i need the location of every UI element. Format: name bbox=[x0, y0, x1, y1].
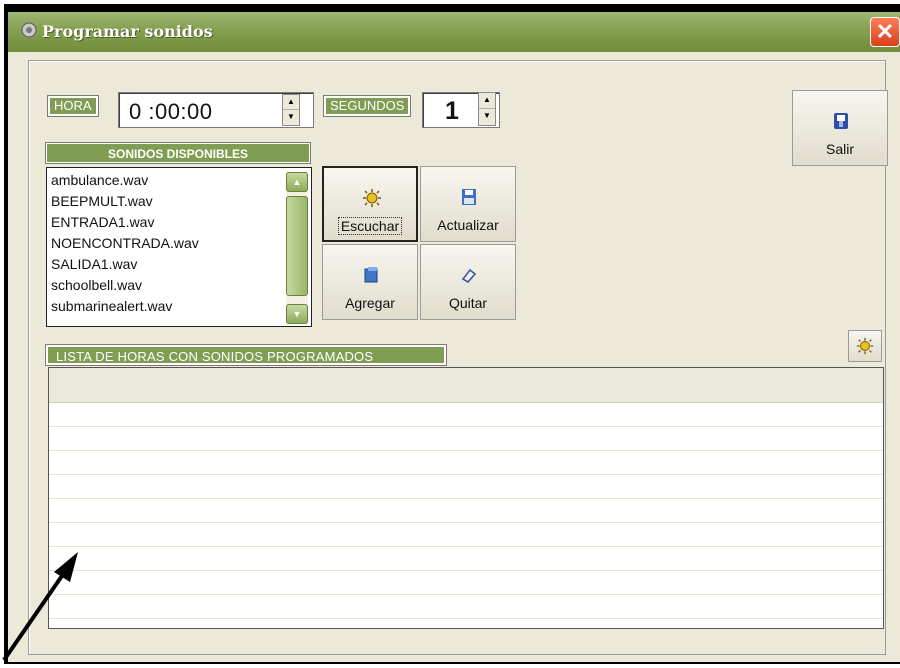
hora-value: 0 :00:00 bbox=[129, 99, 213, 124]
grid-line bbox=[49, 570, 883, 571]
segundos-value: 1 bbox=[445, 97, 459, 125]
list-item[interactable]: ENTRADA1.wav bbox=[51, 214, 154, 230]
speaker-play-icon bbox=[363, 189, 381, 207]
sonidos-disponibles-header: SONIDOS DISPONIBLES bbox=[45, 142, 311, 164]
save-icon bbox=[462, 189, 476, 205]
grid-line bbox=[49, 426, 883, 427]
sounds-scrollbar[interactable]: ▲ ▼ bbox=[286, 172, 308, 324]
list-item[interactable]: BEEPMULT.wav bbox=[51, 193, 153, 209]
escuchar-label: Escuchar bbox=[337, 217, 403, 235]
segundos-spinner[interactable]: ▲ ▼ bbox=[478, 92, 496, 126]
close-button[interactable]: ✕ bbox=[870, 17, 900, 47]
list-item[interactable]: NOENCONTRADA.wav bbox=[51, 235, 199, 251]
grid-header-row bbox=[49, 368, 883, 403]
grid-line bbox=[49, 474, 883, 475]
list-item[interactable]: submarinealert.wav bbox=[51, 298, 172, 314]
scroll-down-icon[interactable]: ▼ bbox=[286, 304, 308, 324]
list-item[interactable]: SALIDA1.wav bbox=[51, 256, 137, 272]
speaker-play-icon bbox=[856, 337, 874, 355]
scheduled-sounds-grid[interactable] bbox=[48, 367, 884, 629]
grid-line bbox=[49, 522, 883, 523]
agregar-label: Agregar bbox=[345, 295, 395, 311]
quitar-label: Quitar bbox=[448, 295, 488, 311]
scroll-thumb[interactable] bbox=[286, 196, 308, 296]
list-item[interactable]: ambulance.wav bbox=[51, 172, 148, 188]
grid-line bbox=[49, 450, 883, 451]
grid-line bbox=[49, 498, 883, 499]
actualizar-label: Actualizar bbox=[437, 217, 499, 233]
agregar-button[interactable]: Agregar bbox=[322, 244, 418, 320]
salir-label: Salir bbox=[825, 141, 854, 157]
add-icon bbox=[364, 267, 378, 283]
list-item[interactable]: schoolbell.wav bbox=[51, 277, 142, 293]
escuchar-button[interactable]: Escuchar bbox=[322, 166, 418, 242]
spin-down-icon[interactable]: ▼ bbox=[479, 109, 495, 125]
spin-up-icon[interactable]: ▲ bbox=[283, 95, 299, 110]
grid-line bbox=[49, 594, 883, 595]
sounds-listbox[interactable]: ambulance.wav BEEPMULT.wav ENTRADA1.wav … bbox=[46, 167, 312, 327]
hora-spinner[interactable]: ▲ ▼ bbox=[282, 94, 300, 126]
title-bar[interactable]: Programar sonidos ✕ bbox=[8, 12, 900, 52]
eraser-icon bbox=[461, 268, 477, 283]
grid-line bbox=[49, 546, 883, 547]
spin-up-icon[interactable]: ▲ bbox=[479, 93, 495, 109]
speaker-icon bbox=[21, 22, 37, 38]
lista-horas-header: LISTA DE HORAS CON SONIDOS PROGRAMADOS bbox=[45, 344, 447, 366]
exit-icon bbox=[834, 113, 848, 129]
hora-label: HORA bbox=[47, 95, 99, 117]
spin-down-icon[interactable]: ▼ bbox=[283, 110, 299, 125]
segundos-label: SEGUNDOS bbox=[322, 95, 412, 117]
scroll-up-icon[interactable]: ▲ bbox=[286, 172, 308, 192]
quitar-button[interactable]: Quitar bbox=[420, 244, 516, 320]
salir-button[interactable]: Salir bbox=[792, 90, 888, 166]
play-scheduled-button[interactable] bbox=[848, 330, 882, 362]
grid-line bbox=[49, 618, 883, 619]
close-icon: ✕ bbox=[875, 19, 895, 44]
window-title: Programar sonidos bbox=[42, 22, 213, 41]
actualizar-button[interactable]: Actualizar bbox=[420, 166, 516, 242]
